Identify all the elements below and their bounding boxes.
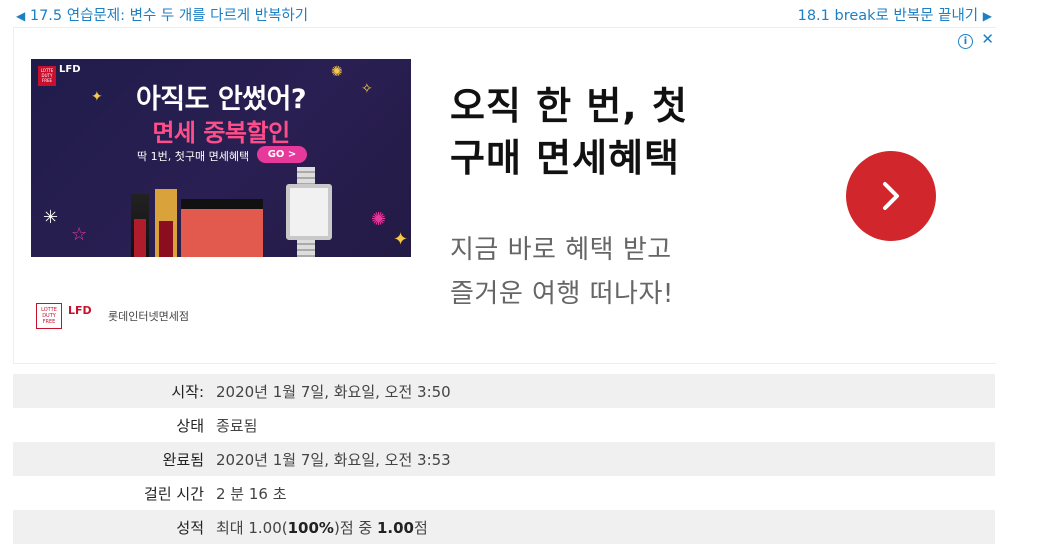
summary-row-started: 시작: 2020년 1월 7일, 화요일, 오전 3:50 (13, 374, 995, 408)
ad-headline-line-2: 구매 면세혜택 (450, 136, 680, 180)
summary-row-time-taken: 걸린 시간 2 분 16 초 (13, 476, 995, 510)
previous-lesson-label: 17.5 연습문제: 변수 두 개를 다르게 반복하기 (29, 8, 309, 24)
star-icon: ✺ (371, 209, 387, 230)
summary-value: 종료됨 (216, 416, 258, 435)
summary-label: 성적 (176, 518, 204, 537)
banner-caption: 딱 1번, 첫구매 면세혜택 (137, 150, 250, 163)
quiz-summary-table: 시작: 2020년 1월 7일, 화요일, 오전 3:50 상태 종료됨 완료됨… (13, 374, 995, 544)
quiz-navigation: ◀ 17.5 연습문제: 변수 두 개를 다르게 반복하기 18.1 break… (0, 0, 1044, 26)
previous-lesson-link[interactable]: ◀ 17.5 연습문제: 변수 두 개를 다르게 반복하기 (16, 4, 308, 25)
banner-go-button[interactable]: GO > (257, 146, 307, 163)
left-arrow-icon: ◀ (16, 9, 26, 23)
advertisement[interactable]: i ✕ LOTTE DUTY FREE LFD ✦ ✺ ✧ ✳ ☆ ✺ ✦ 아직… (13, 27, 996, 364)
summary-label: 완료됨 (162, 450, 204, 469)
watch-image (286, 184, 332, 240)
summary-value: 최대 1.00(100%)점 중 1.00점 (212, 510, 995, 544)
advertiser-logo: LOTTE DUTY FREE (36, 303, 62, 329)
banner-logo-mark: LFD (59, 64, 81, 75)
grade-suffix: 점 (413, 518, 428, 537)
right-arrow-icon: ▶ (982, 9, 992, 23)
grade-score: 1.00 (376, 518, 414, 537)
ad-description: 지금 바로 혜택 받고 즐거운 여행 떠나자! (450, 228, 674, 316)
grade-percent: 100% (287, 518, 334, 537)
summary-value: 2020년 1월 7일, 화요일, 오전 3:50 (216, 382, 451, 401)
next-lesson-link[interactable]: 18.1 break로 반복문 끝내기 ▶ (798, 4, 992, 25)
blush-compact-image (181, 199, 263, 257)
summary-row-completed: 완료됨 2020년 1월 7일, 화요일, 오전 3:53 (13, 442, 995, 476)
summary-value: 2 분 16 초 (216, 484, 287, 503)
grade-prefix: 최대 1.00( (216, 518, 288, 537)
advertiser-logo-mark: LFD (68, 304, 92, 317)
ad-description-line-2: 즐거운 여행 떠나자! (450, 279, 674, 309)
star-icon: ✳ (43, 207, 59, 228)
ad-banner-image[interactable]: LOTTE DUTY FREE LFD ✦ ✺ ✧ ✳ ☆ ✺ ✦ 아직도 안썼… (31, 59, 411, 257)
summary-label: 상태 (176, 416, 204, 435)
star-icon: ✦ (393, 229, 409, 250)
summary-row-grade: 성적 최대 1.00(100%)점 중 1.00점 (13, 510, 995, 544)
ad-headline-line-1: 오직 한 번, 첫 (450, 84, 688, 128)
ad-description-line-1: 지금 바로 혜택 받고 (450, 235, 672, 265)
banner-title: 아직도 안썼어? (135, 84, 307, 115)
next-lesson-label: 18.1 break로 반복문 끝내기 (797, 8, 979, 24)
lipstick-image (159, 221, 173, 257)
ad-info-icon[interactable]: i (957, 34, 973, 49)
advertiser-name[interactable]: 롯데인터넷면세점 (108, 308, 189, 324)
lipstick-image (134, 219, 146, 257)
summary-row-status: 상태 종료됨 (13, 408, 995, 442)
grade-mid: )점 중 (333, 518, 377, 537)
star-icon: ☆ (71, 224, 88, 245)
ad-close-icon[interactable]: ✕ (981, 30, 994, 48)
summary-label: 시작: (171, 382, 204, 401)
summary-value: 2020년 1월 7일, 화요일, 오전 3:53 (216, 450, 451, 469)
ad-controls: i ✕ (954, 30, 994, 49)
banner-subtitle: 면세 중복할인 (152, 119, 290, 147)
summary-label: 걸린 시간 (144, 484, 204, 503)
ad-headline[interactable]: 오직 한 번, 첫 구매 면세혜택 (450, 80, 688, 184)
chevron-right-icon (883, 182, 899, 210)
ad-cta-button[interactable] (846, 151, 936, 241)
